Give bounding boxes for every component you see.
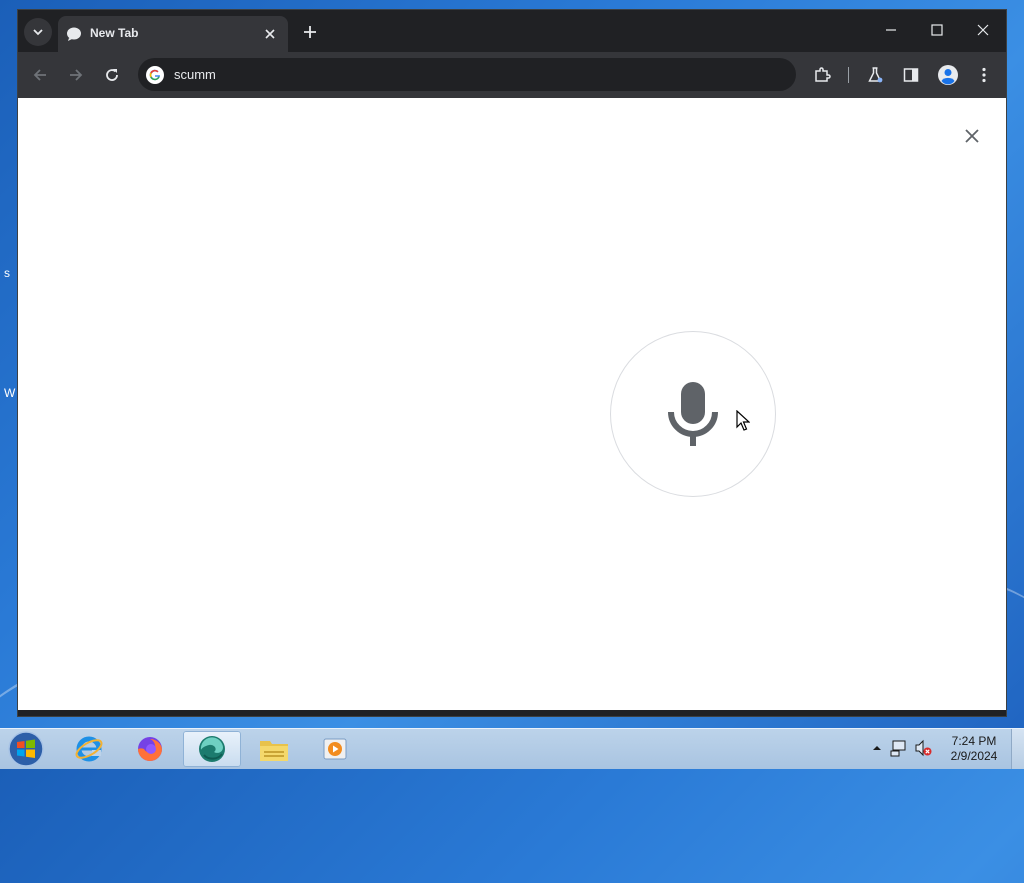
address-bar-text[interactable]: scumm: [174, 67, 216, 82]
microphone-button[interactable]: [610, 331, 776, 497]
side-panel-icon: [903, 68, 919, 82]
tab-new-tab[interactable]: New Tab: [58, 16, 288, 52]
profile-button[interactable]: [934, 61, 962, 89]
clock-time: 7:24 PM: [951, 734, 997, 748]
voice-search-close-button[interactable]: [958, 122, 986, 150]
avatar-icon: [938, 65, 958, 85]
maximize-icon: [931, 24, 943, 36]
network-tray-icon[interactable]: [890, 739, 908, 757]
firefox-icon: [138, 737, 162, 761]
taskbar-media-player[interactable]: [306, 731, 364, 767]
minimize-button[interactable]: [868, 14, 914, 46]
show-hidden-icons-button[interactable]: [868, 739, 886, 757]
tab-title: New Tab: [90, 26, 139, 40]
edge-icon: [199, 736, 225, 762]
desktop-icon-label-fragment: s: [4, 266, 10, 280]
plus-icon: [304, 26, 316, 38]
taskbar-edge[interactable]: [183, 731, 241, 767]
file-explorer-icon: [260, 741, 288, 761]
taskbar-internet-explorer[interactable]: [60, 731, 118, 767]
toolbar-divider: [848, 67, 849, 83]
address-bar[interactable]: scumm: [138, 58, 796, 91]
system-clock[interactable]: 7:24 PM 2/9/2024: [944, 734, 1004, 764]
extensions-button[interactable]: [808, 61, 836, 89]
microphone-icon: [668, 382, 718, 446]
clock-date: 2/9/2024: [950, 749, 998, 763]
close-icon: [965, 129, 979, 143]
puzzle-piece-icon: [815, 67, 831, 82]
arrow-left-icon: [33, 69, 46, 81]
chat-bubble-icon: [67, 27, 81, 41]
tab-close-button[interactable]: [260, 24, 280, 44]
volume-muted-icon: [915, 739, 932, 757]
show-desktop-button[interactable]: [1011, 729, 1024, 769]
chevron-down-icon: [33, 29, 43, 36]
windows-start-icon: [8, 731, 44, 767]
side-panel-button[interactable]: [897, 61, 925, 89]
maximize-button[interactable]: [914, 14, 960, 46]
system-tray: 7:24 PM 2/9/2024: [866, 729, 1024, 769]
taskbar-file-explorer[interactable]: [245, 731, 303, 767]
taskbar-firefox[interactable]: [121, 731, 179, 767]
tab-strip: New Tab: [18, 10, 1006, 52]
back-button[interactable]: [26, 61, 54, 89]
volume-tray-icon[interactable]: [914, 739, 932, 757]
mouse-cursor-icon: [736, 410, 750, 431]
new-tab-button[interactable]: [298, 20, 322, 44]
reload-button[interactable]: [98, 61, 126, 89]
start-button[interactable]: [6, 730, 46, 768]
desktop-icon-label-fragment: W: [4, 386, 16, 400]
voice-search-overlay: [18, 98, 1006, 710]
internet-explorer-icon: [75, 736, 103, 762]
more-vertical-icon: [982, 67, 986, 83]
arrow-right-icon: [70, 69, 83, 81]
browser-toolbar: scumm: [18, 52, 1006, 98]
close-icon: [977, 24, 989, 36]
network-icon: [890, 740, 906, 757]
browser-window: New Tab scumm: [18, 10, 1006, 716]
media-player-icon: [323, 738, 347, 760]
reload-icon: [106, 69, 118, 81]
taskbar: 7:24 PM 2/9/2024: [0, 728, 1024, 769]
flask-icon: [868, 67, 883, 83]
menu-button[interactable]: [970, 61, 998, 89]
labs-button[interactable]: [861, 61, 889, 89]
close-window-button[interactable]: [960, 14, 1006, 46]
tab-search-button[interactable]: [24, 18, 52, 46]
minimize-icon: [886, 29, 896, 31]
chevron-up-icon: [873, 746, 881, 750]
close-icon: [265, 29, 275, 39]
google-g-icon: [146, 66, 164, 84]
forward-button[interactable]: [62, 61, 90, 89]
